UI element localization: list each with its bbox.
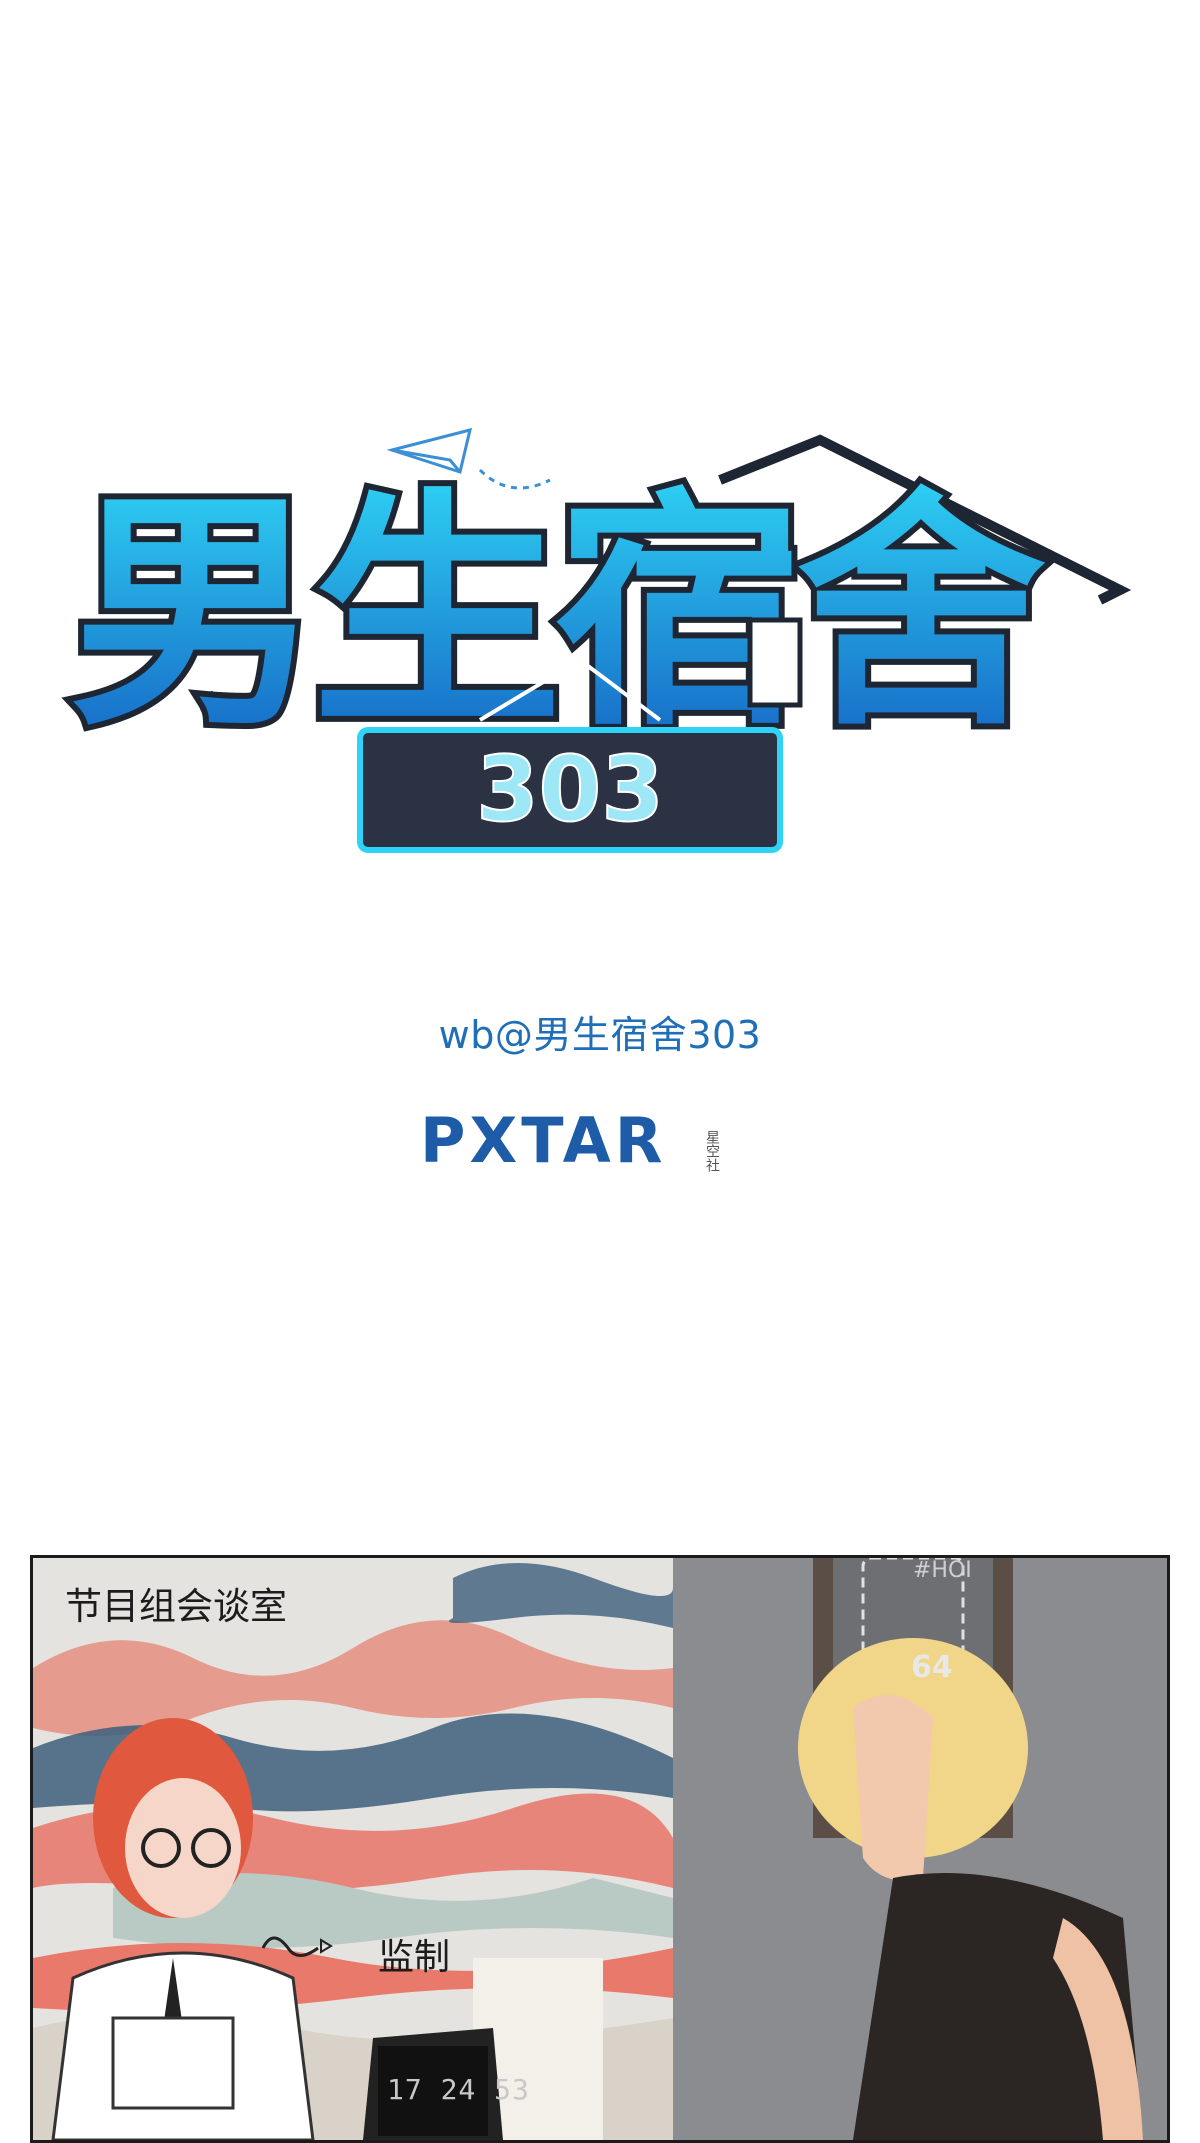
author-credit: wb@男生宿舍303 <box>438 1013 762 1057</box>
title-logo-graphic: 男生宿舍 303 <box>64 427 1132 853</box>
supervisor-label: 监制 <box>378 1937 451 1978</box>
door-sign-top: #HOI <box>913 1558 972 1583</box>
scene-caption: 节目组会谈室 <box>65 1585 287 1628</box>
comic-panel: 节目组会谈室 监制 17 24 53 #HOI 64 <box>30 1555 1170 2143</box>
logo-title: 男生宿舍 <box>70 468 1046 759</box>
panel-artwork <box>33 1558 1167 2140</box>
publisher-sub: 星空社 <box>704 1130 720 1172</box>
publisher-name: PXTAR <box>420 1104 666 1177</box>
publisher-logo: PXTAR 星空社 <box>420 1100 780 1190</box>
title-logo: 男生宿舍 303 <box>40 400 1160 880</box>
logo-number: 303 <box>476 737 664 842</box>
door-number: 64 <box>911 1650 953 1685</box>
clock-display: 17 24 53 <box>387 2073 530 2106</box>
